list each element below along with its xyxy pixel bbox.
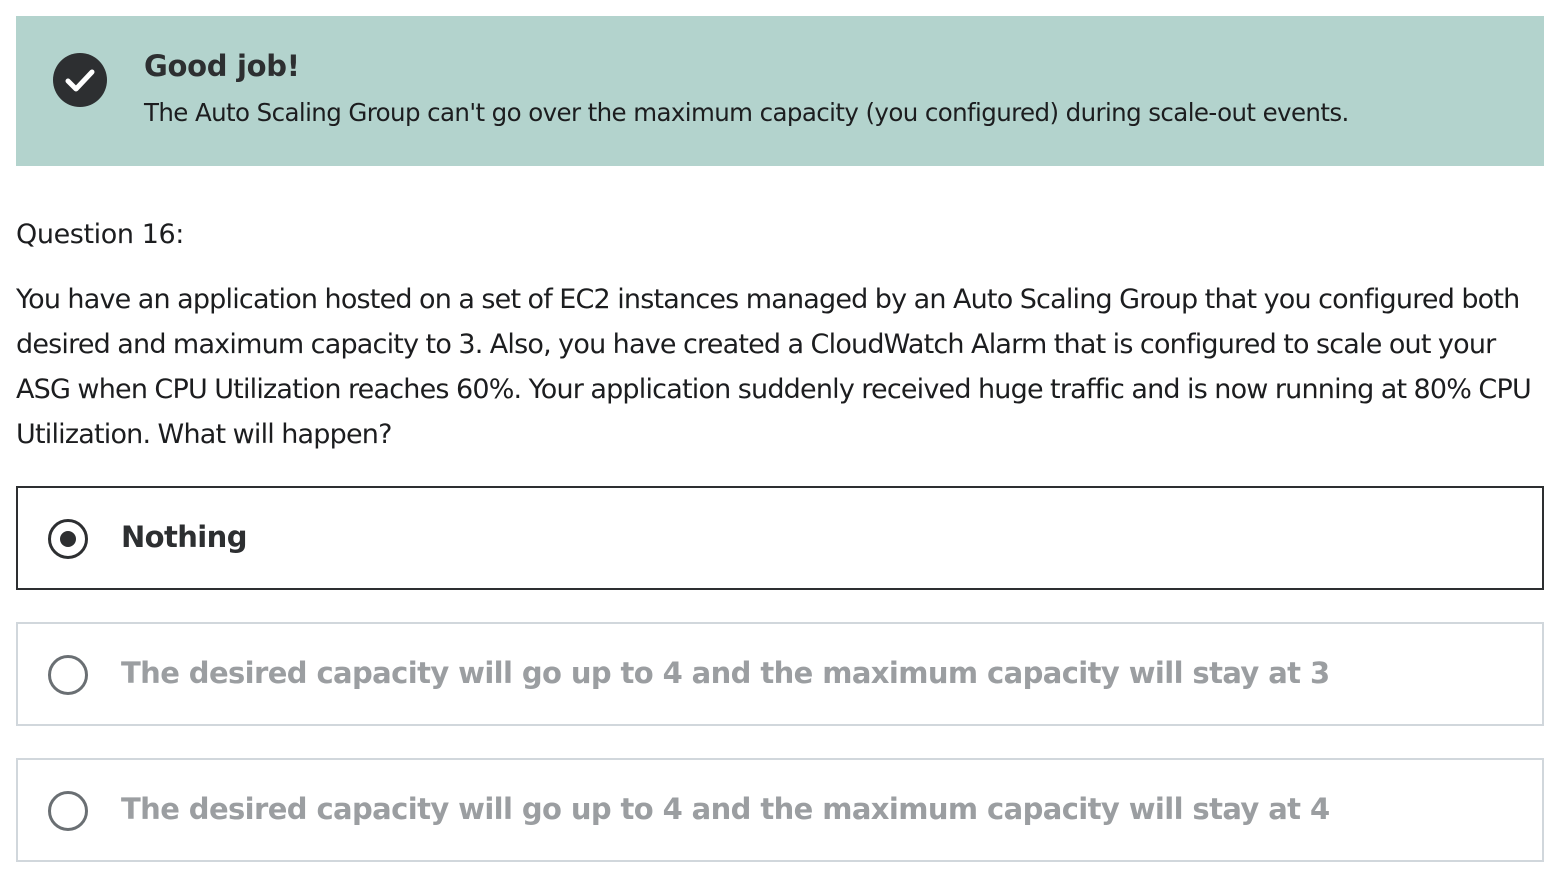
radio-unselected-icon[interactable] xyxy=(48,655,88,695)
answer-option-label: The desired capacity will go up to 4 and… xyxy=(121,792,1330,826)
answer-option-label: The desired capacity will go up to 4 and… xyxy=(121,656,1330,690)
quiz-page: Good job! The Auto Scaling Group can't g… xyxy=(0,0,1556,878)
answer-option-1[interactable]: Nothing xyxy=(16,486,1544,590)
result-banner: Good job! The Auto Scaling Group can't g… xyxy=(16,16,1544,166)
answer-option-2[interactable]: The desired capacity will go up to 4 and… xyxy=(16,622,1544,726)
radio-selected-icon[interactable] xyxy=(48,519,88,559)
check-circle-icon xyxy=(53,53,107,107)
answer-option-label: Nothing xyxy=(121,520,247,554)
radio-dot xyxy=(60,531,76,547)
question-number: Question 16: xyxy=(16,219,184,250)
banner-title: Good job! xyxy=(144,49,300,83)
banner-message: The Auto Scaling Group can't go over the… xyxy=(144,98,1349,127)
question-text: You have an application hosted on a set … xyxy=(16,284,1532,450)
answer-option-3[interactable]: The desired capacity will go up to 4 and… xyxy=(16,758,1544,862)
radio-unselected-icon[interactable] xyxy=(48,791,88,831)
checkmark-icon xyxy=(65,69,95,92)
